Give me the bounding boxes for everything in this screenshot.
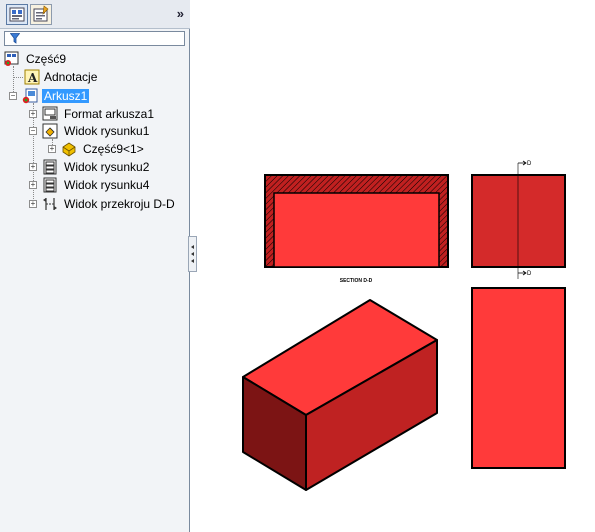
bottom-view-body xyxy=(471,287,566,469)
section-arrow-bottom xyxy=(518,270,527,276)
section-view-d-d[interactable] xyxy=(264,174,449,268)
section-marker-top: D xyxy=(527,161,532,167)
section-arrow-top xyxy=(518,160,527,166)
section-cavity xyxy=(273,192,440,268)
side-view-body xyxy=(471,174,566,268)
side-view[interactable]: D D xyxy=(471,160,566,279)
drawing-canvas: SECTION D-D D D xyxy=(242,160,566,491)
section-view-label: SECTION D-D xyxy=(340,278,373,284)
isometric-view[interactable] xyxy=(242,299,438,491)
bottom-view[interactable] xyxy=(471,287,566,469)
section-marker-bottom: D xyxy=(527,271,532,277)
